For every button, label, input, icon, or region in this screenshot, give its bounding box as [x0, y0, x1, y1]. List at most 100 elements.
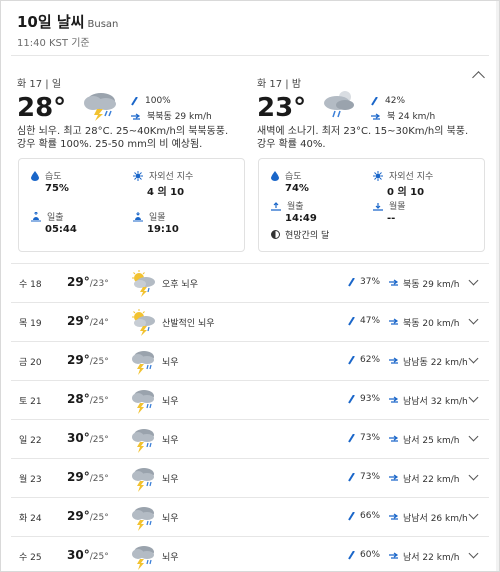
precip-value: 60% [360, 550, 381, 560]
wind-icon [389, 513, 399, 520]
scrollbar[interactable] [496, 1, 499, 571]
forecast-row[interactable]: 화 24 29°/25° 뇌우 66% 남남서 26 km/h [11, 497, 489, 536]
night-precip: 42% [371, 93, 435, 109]
raindrop-icon [348, 394, 355, 404]
expand-chevron-down-icon[interactable] [468, 470, 479, 481]
forecast-row[interactable]: 일 22 30°/25° 뇌우 73% 남서 25 km/h [11, 419, 489, 458]
humidity-value: 74% [285, 183, 309, 194]
sunset-label: 일몰 [149, 213, 166, 223]
forecast-wind: 남서 22 km/h [389, 472, 459, 485]
forecast-condition: 뇌우 [162, 553, 179, 563]
night-moonrise: 월출 14:49 [271, 199, 317, 224]
forecast-precip: 73% [348, 433, 380, 443]
precip-value: 66% [360, 511, 381, 521]
precip-value: 37% [360, 277, 381, 287]
wind-icon [389, 357, 399, 364]
thunderstorm-icon [129, 542, 157, 571]
day-sunset: 일몰 19:10 [133, 210, 179, 235]
night-temperature: 23° [257, 93, 307, 123]
partly-cloudy-thunder-icon [129, 269, 157, 300]
forecast-row[interactable]: 목 19 29°/24° 산발적인 뇌우 47% 북동 20 km/h [11, 302, 489, 341]
night-period-label: 화 17 | 밤 [257, 79, 302, 90]
moonset-label: 월몰 [389, 202, 406, 212]
night-humidity: 습도 74% [271, 169, 309, 194]
wind-icon [389, 318, 399, 325]
forecast-high: 29°/25° [67, 509, 109, 523]
forecast-wind: 북동 29 km/h [389, 277, 459, 290]
sun-uv-icon [133, 170, 143, 181]
title-text: 10일 날씨 [17, 13, 85, 31]
forecast-row[interactable]: 수 18 29°/23° 오후 뇌우 37% 북동 29 km/h [11, 263, 489, 302]
thunderstorm-icon [129, 425, 157, 456]
expand-chevron-down-icon[interactable] [468, 275, 479, 286]
forecast-wind: 북동 20 km/h [389, 316, 459, 329]
expand-chevron-down-icon[interactable] [468, 509, 479, 520]
forecast-wind: 남남서 32 km/h [389, 394, 468, 407]
humidity-drop-icon [31, 170, 39, 181]
forecast-day: 수 18 [19, 280, 42, 290]
expand-chevron-down-icon[interactable] [468, 314, 479, 325]
precip-value: 62% [360, 355, 381, 365]
forecast-row[interactable]: 금 20 29°/25° 뇌우 62% 남남동 22 km/h [11, 341, 489, 380]
night-period: 화 17 | 밤 23° 42% 북 24 km/h 새벽에 소나기. 최저 2… [257, 75, 487, 150]
partly-cloudy-thunder-icon [129, 308, 157, 339]
forecast-high: 29°/24° [67, 314, 109, 328]
expand-chevron-down-icon[interactable] [468, 392, 479, 403]
high-temp: 28° [67, 392, 90, 406]
wind-icon [389, 279, 399, 286]
thunderstorm-icon [129, 503, 157, 534]
uv-label: 자외선 지수 [149, 172, 194, 182]
day-period-label: 화 17 | 일 [17, 79, 62, 90]
thunderstorm-icon [79, 87, 119, 125]
forecast-day: 금 20 [19, 358, 42, 368]
page-title: 10일 날씨 Busan [17, 13, 118, 31]
forecast-condition: 뇌우 [162, 358, 179, 368]
moonset-value: -- [387, 213, 396, 224]
expand-chevron-down-icon[interactable] [468, 548, 479, 559]
forecast-row[interactable]: 월 23 29°/25° 뇌우 73% 남서 22 km/h [11, 458, 489, 497]
sunrise-label: 일출 [47, 213, 64, 223]
wind-icon [389, 474, 399, 481]
thunderstorm-icon [129, 386, 157, 417]
forecast-precip: 37% [348, 277, 380, 287]
thunderstorm-icon [129, 464, 157, 495]
wind-icon [371, 113, 381, 120]
forecast-precip: 66% [348, 511, 380, 521]
forecast-wind: 남서 25 km/h [389, 433, 459, 446]
high-temp: 29° [67, 275, 90, 289]
night-showers-icon [319, 87, 359, 125]
raindrop-icon [348, 550, 355, 560]
day-humidity: 습도 75% [31, 169, 69, 194]
forecast-precip: 60% [348, 550, 380, 560]
night-precip-value: 42% [385, 96, 406, 106]
night-details-card: 습도 74% 자외선 지수 0 의 10 월출 14:49 월몰 -- 현망간의… [258, 158, 485, 252]
day-sunrise: 일출 05:44 [31, 210, 77, 235]
divider [11, 55, 489, 56]
expand-chevron-down-icon[interactable] [468, 431, 479, 442]
wind-icon [389, 396, 399, 403]
expand-chevron-down-icon[interactable] [468, 353, 479, 364]
forecast-condition: 뇌우 [162, 436, 179, 446]
sunset-icon [133, 211, 143, 221]
forecast-condition: 뇌우 [162, 397, 179, 407]
raindrop-icon [348, 472, 355, 482]
precip-value: 47% [360, 316, 381, 326]
wind-value: 북동 20 km/h [403, 319, 460, 329]
moon-phase-icon [271, 230, 280, 239]
wind-icon [389, 435, 399, 442]
raindrop-icon [348, 316, 355, 326]
wind-value: 남남서 32 km/h [403, 397, 468, 407]
day-metrics: 100% 북북동 29 km/h [131, 93, 212, 125]
low-temp: /25° [89, 552, 109, 562]
humidity-label: 습도 [285, 172, 302, 182]
raindrop-icon [348, 277, 355, 287]
wind-value: 남서 25 km/h [403, 436, 460, 446]
day-precip-value: 100% [145, 96, 171, 106]
forecast-row[interactable]: 수 25 30°/25° 뇌우 60% 남서 22 km/h [11, 536, 489, 571]
forecast-row[interactable]: 토 21 28°/25° 뇌우 93% 남남서 32 km/h [11, 380, 489, 419]
raindrop-icon [131, 96, 138, 106]
precip-value: 73% [360, 472, 381, 482]
forecast-condition: 뇌우 [162, 514, 179, 524]
low-temp: /23° [89, 279, 109, 289]
forecast-high: 28°/25° [67, 392, 109, 406]
